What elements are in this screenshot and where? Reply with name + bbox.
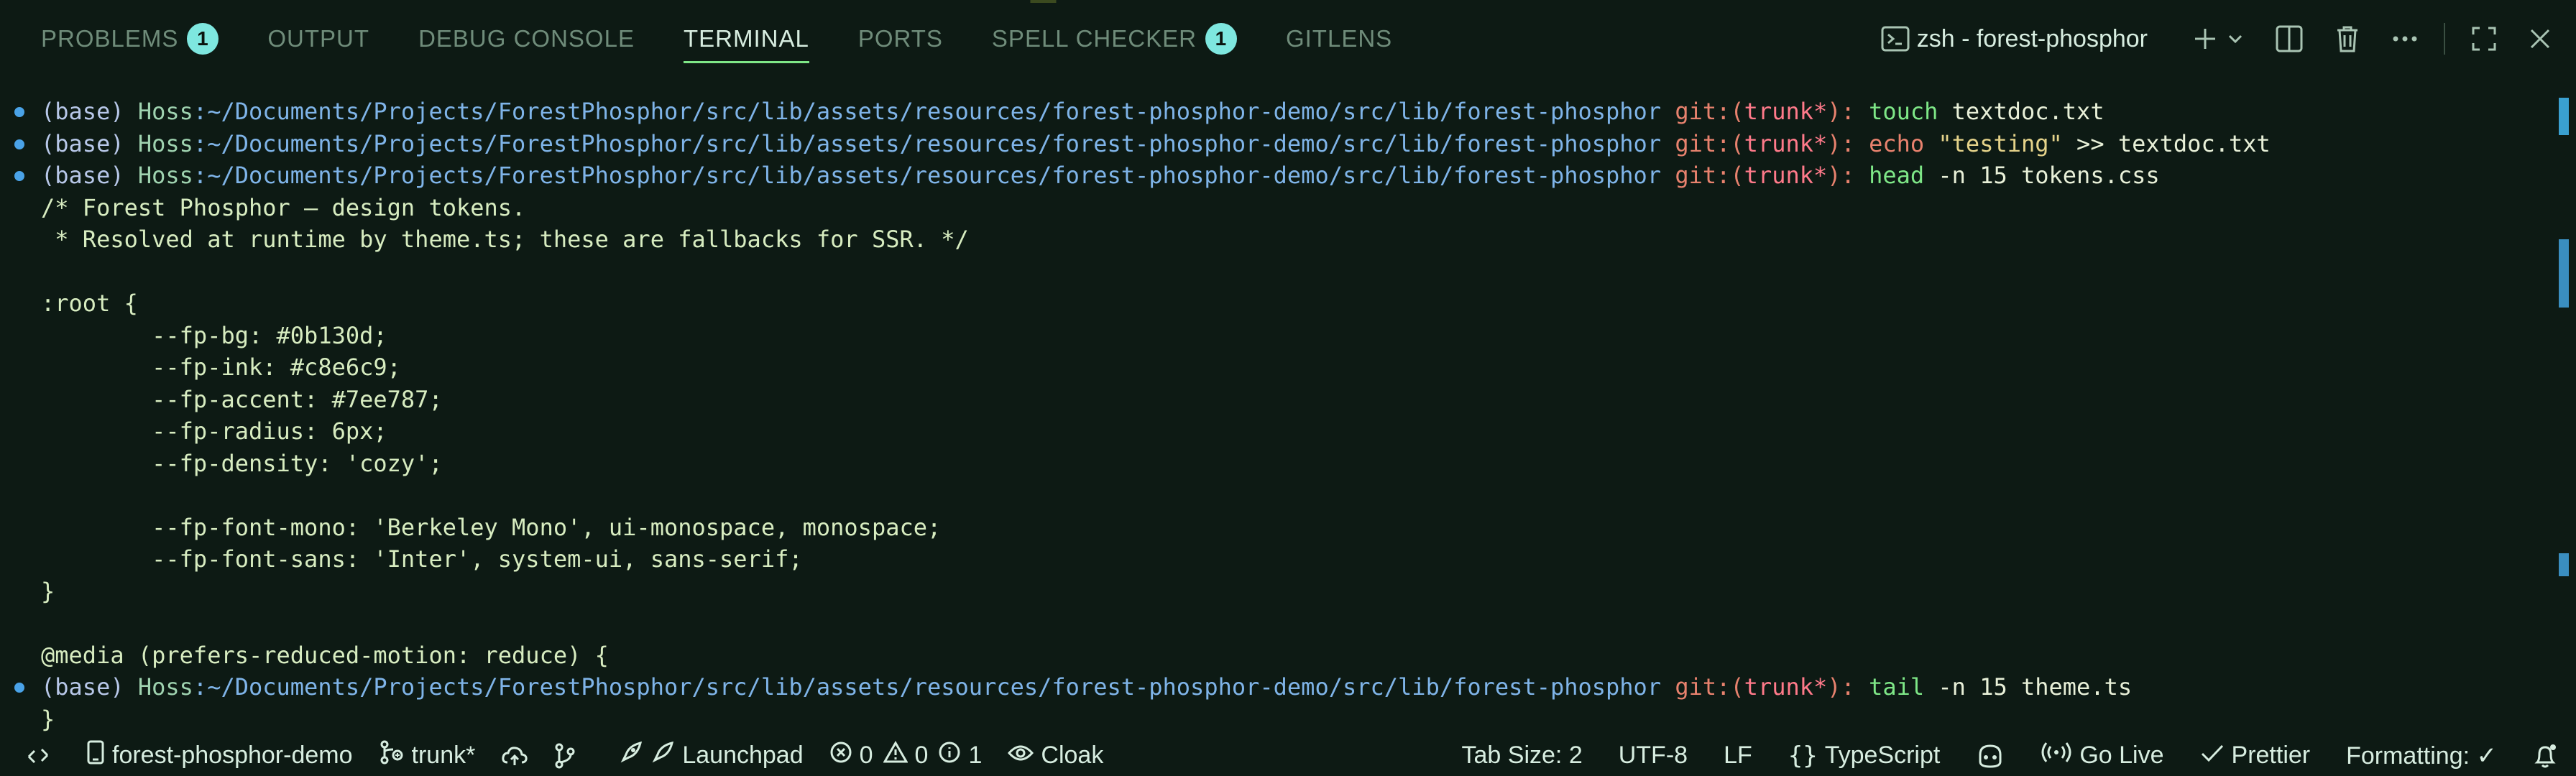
scrollbar-marker (2559, 98, 2569, 135)
rocket-icon (619, 740, 643, 771)
tab-ports[interactable]: PORTS (858, 0, 943, 78)
tab-gitlens[interactable]: GITLENS (1286, 0, 1392, 78)
output-line: @media (prefers-reduced-motion: reduce) … (41, 641, 609, 669)
status-encoding[interactable]: UTF-8 (1619, 742, 1688, 770)
eye-icon (1008, 742, 1034, 770)
status-branch[interactable]: trunk* (379, 739, 475, 772)
broadcast-icon (2041, 741, 2072, 770)
problems-badge: 1 (187, 23, 219, 55)
command-decoration-icon[interactable] (14, 107, 24, 117)
output-line: --fp-density: 'cozy'; (41, 449, 443, 477)
scrollbar-thumb[interactable] (2559, 239, 2569, 308)
output-line: /* Forest Phosphor — design tokens. (41, 193, 526, 221)
check-icon (2200, 742, 2225, 770)
status-bar-right: Tab Size: 2 UTF-8 LF {} TypeScript Go Li… (1440, 735, 2557, 776)
status-prettier[interactable]: Prettier (2200, 742, 2310, 770)
output-line: --fp-bg: #0b130d; (41, 321, 387, 349)
plus-icon[interactable] (2192, 26, 2218, 52)
split-icon[interactable] (2276, 25, 2303, 52)
status-go-live[interactable]: Go Live (2041, 741, 2164, 770)
spell-checker-badge: 1 (1205, 23, 1237, 55)
git-branch-icon (379, 739, 405, 772)
terminal-line: (base) Hoss:~/Documents/Projects/ForestP… (0, 128, 2537, 160)
status-remote[interactable]: forest-phosphor-demo (86, 740, 353, 771)
remote-icon[interactable] (26, 744, 50, 768)
tab-output[interactable]: OUTPUT (267, 0, 369, 78)
terminal-line: (base) Hoss:~/Documents/Projects/ForestP… (0, 160, 2537, 192)
toolbar-separator (2444, 23, 2445, 55)
status-launchpad[interactable]: Launchpad (619, 740, 804, 771)
tab-spell-checker[interactable]: SPELL CHECKER 1 (992, 0, 1237, 78)
output-line: } (41, 705, 55, 733)
close-icon[interactable] (2529, 27, 2552, 50)
output-line: --fp-font-sans: 'Inter', system-ui, sans… (41, 545, 803, 573)
device-icon (86, 740, 105, 771)
more-icon[interactable] (2392, 35, 2418, 42)
source-control-icon[interactable] (554, 743, 576, 769)
info-icon (938, 741, 961, 770)
terminal-actions: zsh - forest-phosphor (1865, 0, 2576, 78)
braces-icon: {} (1788, 741, 1818, 770)
status-language[interactable]: {} TypeScript (1788, 742, 1941, 770)
maximize-icon[interactable] (2471, 26, 2497, 52)
tab-problems[interactable]: PROBLEMS 1 (41, 0, 219, 78)
output-line: } (41, 577, 55, 605)
chevron-down-icon[interactable] (2227, 30, 2244, 47)
terminal-line: (base) Hoss:~/Documents/Projects/ForestP… (0, 671, 2537, 703)
status-eol[interactable]: LF (1724, 742, 1752, 770)
error-icon (829, 741, 852, 770)
bell-icon[interactable] (2533, 743, 2557, 769)
status-bar: forest-phosphor-demo trunk* Launchpad 0 … (0, 735, 2576, 776)
output-line: --fp-accent: #7ee787; (41, 385, 443, 413)
command-decoration-icon[interactable] (14, 139, 24, 149)
terminal-scrollbar[interactable] (2559, 96, 2569, 735)
output-line: --fp-font-mono: 'Berkeley Mono', ui-mono… (41, 513, 942, 541)
status-problems[interactable]: 0 0 1 (829, 740, 982, 770)
output-line: * Resolved at runtime by theme.ts; these… (41, 226, 969, 253)
status-formatting[interactable]: Formatting: ✓ (2346, 742, 2497, 770)
sync-icon[interactable] (501, 744, 528, 768)
launchpad-icon (650, 740, 675, 771)
output-line: :root { (41, 290, 138, 317)
copilot-icon[interactable] (1976, 743, 2005, 769)
status-tab-size[interactable]: Tab Size: 2 (1462, 742, 1583, 770)
terminal-shell-name: zsh - forest-phosphor (1916, 24, 2148, 52)
tab-debug-console[interactable]: DEBUG CONSOLE (418, 0, 635, 78)
command-decoration-icon[interactable] (14, 171, 24, 181)
terminal-output[interactable]: (base) Hoss:~/Documents/Projects/ForestP… (0, 96, 2537, 735)
terminal-line: (base) Hoss:~/Documents/Projects/ForestP… (0, 96, 2537, 128)
status-cloak[interactable]: Cloak (1008, 742, 1103, 770)
output-line: --fp-radius: 6px; (41, 417, 387, 445)
trash-icon[interactable] (2334, 24, 2360, 53)
command-decoration-icon[interactable] (14, 683, 24, 693)
warning-icon (882, 740, 908, 770)
scrollbar-marker (2559, 553, 2569, 576)
terminal-icon[interactable]: zsh - forest-phosphor (1881, 25, 2161, 53)
output-line: --fp-ink: #c8e6c9; (41, 354, 401, 381)
tab-terminal[interactable]: TERMINAL (683, 0, 809, 78)
